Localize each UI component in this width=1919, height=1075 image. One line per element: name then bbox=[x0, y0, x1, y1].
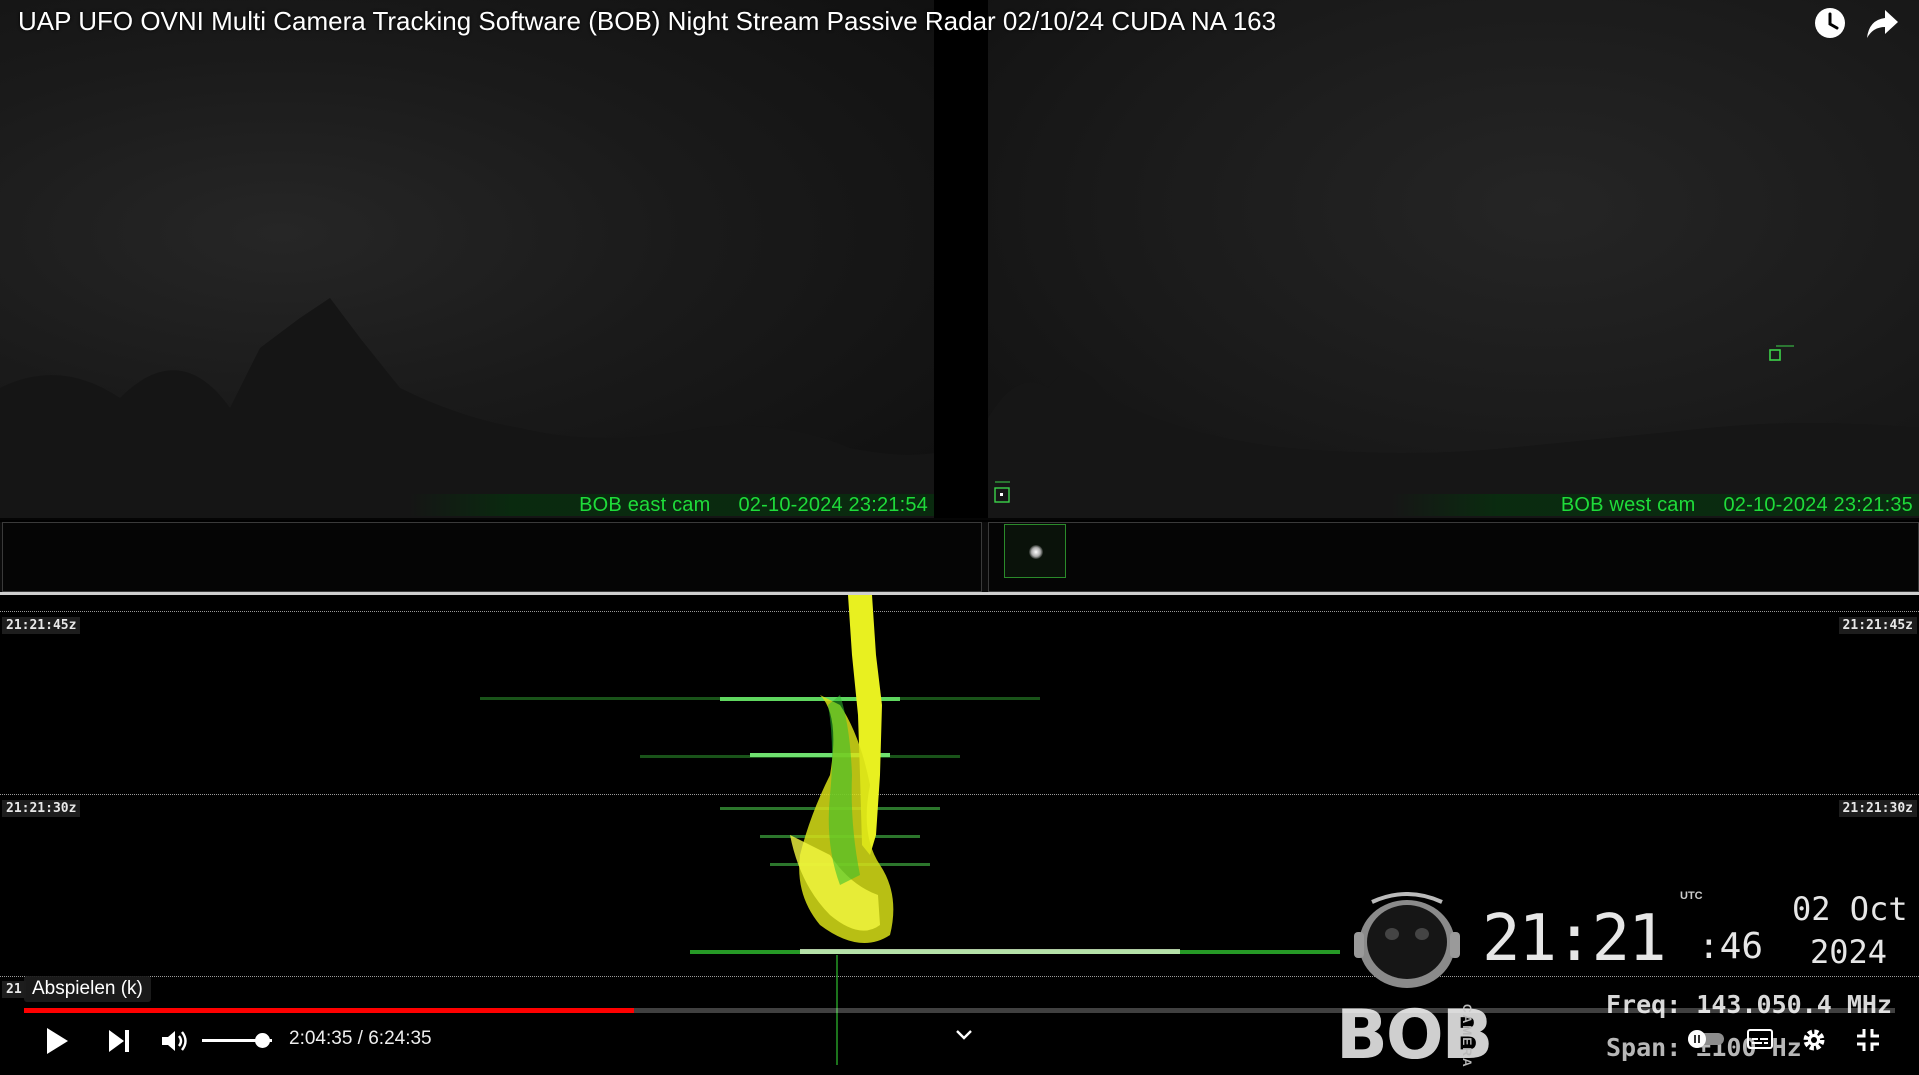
watch-later-icon[interactable] bbox=[1813, 6, 1847, 40]
west-camera-feed: BOB west cam 02-10-2024 23:21:35 bbox=[988, 0, 1919, 518]
signal-horizontal-lines bbox=[480, 697, 1340, 954]
object-dot bbox=[1029, 545, 1043, 559]
signal-yellow-trace bbox=[790, 595, 894, 1065]
detected-object-thumbnail bbox=[1004, 524, 1066, 578]
volume-icon[interactable] bbox=[160, 1028, 188, 1054]
overlay-frequency: Freq: 143.050.4 MHz bbox=[1606, 990, 1892, 1019]
west-camera-name: BOB west cam bbox=[1560, 494, 1696, 516]
west-thumbnail-strip bbox=[988, 522, 1919, 592]
autoplay-toggle-icon[interactable] bbox=[1686, 1028, 1726, 1050]
east-camera-caption: BOB east cam 02-10-2024 23:21:54 bbox=[409, 494, 934, 516]
video-title[interactable]: UAP UFO OVNI Multi Camera Tracking Softw… bbox=[18, 6, 1276, 37]
overlay-date-day: 02 Oct bbox=[1792, 890, 1908, 928]
overlay-date-year: 2024 bbox=[1810, 933, 1888, 971]
time-display: 2:04:35 / 6:24:35 bbox=[289, 1028, 432, 1049]
overlay-clock-seconds: :46 bbox=[1698, 926, 1764, 967]
share-icon[interactable] bbox=[1865, 8, 1899, 40]
west-camera-caption: BOB west cam 02-10-2024 23:21:35 bbox=[1390, 494, 1919, 516]
chevron-down-icon[interactable] bbox=[954, 1028, 974, 1042]
bob-robot-icon bbox=[1354, 892, 1460, 988]
exit-fullscreen-icon[interactable] bbox=[1854, 1026, 1882, 1054]
east-camera-feed: BOB east cam 02-10-2024 23:21:54 bbox=[0, 0, 934, 518]
tracking-marker-icon bbox=[994, 481, 1010, 503]
play-icon[interactable] bbox=[44, 1026, 70, 1056]
play-tooltip: Abspielen (k) bbox=[24, 976, 151, 1002]
next-icon[interactable] bbox=[106, 1028, 132, 1054]
east-camera-timestamp: 02-10-2024 23:21:54 bbox=[738, 494, 928, 516]
camera-panel: BOB east cam 02-10-2024 23:21:54 BOB west… bbox=[0, 0, 1919, 520]
tracking-box-icon bbox=[1769, 345, 1794, 361]
camera-gap bbox=[934, 0, 988, 518]
east-thumbnail-strip bbox=[2, 522, 982, 592]
utc-label: UTC bbox=[1680, 890, 1703, 902]
east-camera-name: BOB east cam bbox=[579, 494, 711, 516]
player-controls bbox=[0, 1016, 1919, 1066]
overlay-clock: 21:21 bbox=[1482, 902, 1667, 976]
progress-played[interactable] bbox=[24, 1008, 634, 1013]
east-treeline bbox=[0, 298, 934, 518]
settings-icon[interactable] bbox=[1800, 1026, 1828, 1054]
west-camera-timestamp: 02-10-2024 23:21:35 bbox=[1723, 494, 1913, 516]
subtitles-icon[interactable] bbox=[1746, 1028, 1774, 1050]
volume-slider-knob[interactable] bbox=[255, 1033, 270, 1048]
west-treeline bbox=[988, 370, 1919, 518]
